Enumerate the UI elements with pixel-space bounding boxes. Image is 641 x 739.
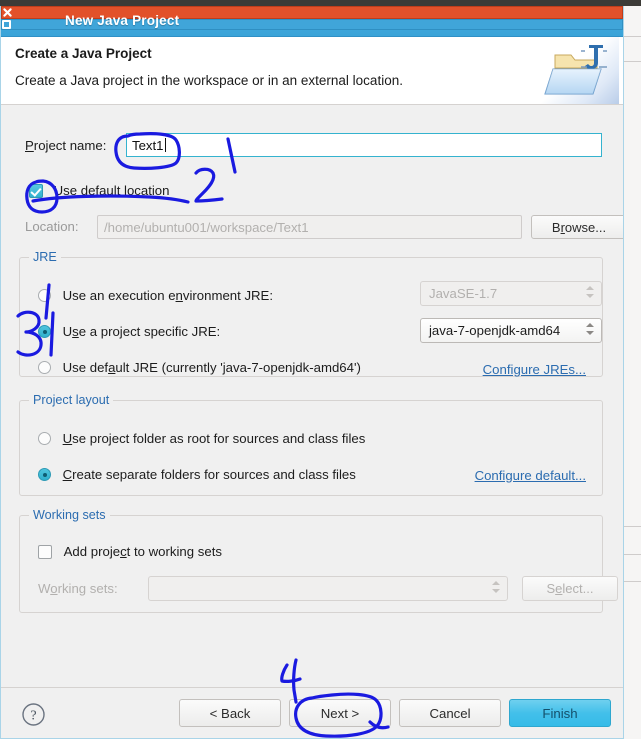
jre-execution-env-combo[interactable]: JavaSE-1.7 [420,281,602,306]
jre-default-radio[interactable] [38,361,51,374]
jre-project-specific-label: Use a project specific JRE: [62,324,221,339]
add-to-working-sets-row[interactable]: Add project to working sets [38,544,222,559]
jre-default-row[interactable]: Use default JRE (currently 'java-7-openj… [38,360,361,375]
project-layout-group: Project layout Use project folder as roo… [19,393,603,496]
layout-separate-row[interactable]: Create separate folders for sources and … [38,467,356,482]
window-title: New Java Project [65,13,180,28]
java-project-folder-icon [541,37,619,104]
page-description: Create a Java project in the workspace o… [15,73,403,88]
dialog-body: Project name: Text1 Use default location… [1,105,623,738]
location-input[interactable]: /home/ubuntu001/workspace/Text1 [97,215,522,239]
jre-execution-env-label: Use an execution environment JRE: [62,288,274,303]
working-sets-label: Working sets: [38,581,118,596]
text-caret [164,138,166,152]
page-title: Create a Java Project [15,46,152,61]
dialog-titlebar[interactable]: New Java Project [1,6,623,37]
use-default-location-row[interactable]: Use default location [29,183,169,203]
jre-default-label: Use default JRE (currently 'java-7-openj… [62,360,361,375]
jre-project-specific-value: java-7-openjdk-amd64 [429,323,561,338]
working-sets-group-title: Working sets [29,508,110,522]
jre-group: JRE Use an execution environment JRE: Ja… [19,250,603,377]
configure-default-link[interactable]: Configure default... [475,468,586,483]
jre-execution-env-row[interactable]: Use an execution environment JRE: [38,288,273,303]
layout-separate-radio[interactable] [38,468,51,481]
location-label: Location: [25,219,79,234]
spinner-arrows-icon[interactable] [586,286,595,303]
jre-project-specific-radio[interactable] [38,325,51,338]
project-layout-group-title: Project layout [29,393,114,407]
browse-button[interactable]: Browse... [531,215,623,239]
configure-jres-link[interactable]: Configure JREs... [483,362,586,377]
jre-execution-env-value: JavaSE-1.7 [429,286,498,301]
working-sets-select-label: Select... [546,581,594,596]
use-default-location-checkbox[interactable] [29,184,43,198]
dialog-footer: ? < Back Next > Cancel Finish [1,687,623,738]
back-button[interactable]: < Back [179,699,281,727]
working-sets-row: Working sets: Select... [38,576,618,601]
layout-root-label: Use project folder as root for sources a… [62,431,366,446]
project-name-label: Project name: [25,138,107,153]
spinner-arrows-icon[interactable] [492,581,501,598]
jre-project-specific-combo[interactable]: java-7-openjdk-amd64 [420,318,602,343]
next-button[interactable]: Next > [289,699,391,727]
jre-execution-env-radio[interactable] [38,289,51,302]
working-sets-group: Working sets Add project to working sets… [19,508,618,613]
jre-project-specific-row[interactable]: Use a project specific JRE: [38,324,220,339]
layout-root-radio[interactable] [38,432,51,445]
spinner-arrows-icon[interactable] [586,323,595,340]
working-sets-select-button[interactable]: Select... [522,576,618,601]
project-name-value: Text1 [132,137,164,153]
finish-button[interactable]: Finish [509,699,611,727]
use-default-location-label: Use default location [53,183,170,198]
project-name-input[interactable]: Text1 [126,133,602,157]
location-value: /home/ubuntu001/workspace/Text1 [104,219,309,235]
layout-separate-label: Create separate folders for sources and … [62,467,356,482]
working-sets-combo[interactable] [148,576,508,601]
help-icon[interactable]: ? [21,702,46,727]
new-java-project-dialog: New Java Project Create a Java Project C… [0,6,624,739]
dialog-header: Create a Java Project Create a Java proj… [1,37,623,105]
location-row: Location: /home/ubuntu001/workspace/Text… [25,215,623,239]
add-to-working-sets-label: Add project to working sets [63,544,222,559]
layout-root-row[interactable]: Use project folder as root for sources a… [38,431,365,446]
svg-text:?: ? [30,709,36,724]
add-to-working-sets-checkbox[interactable] [38,545,52,559]
project-name-row: Project name: Text1 [25,133,603,159]
cancel-button[interactable]: Cancel [399,699,501,727]
browse-label: Browse... [551,219,607,235]
jre-group-title: JRE [29,250,61,264]
